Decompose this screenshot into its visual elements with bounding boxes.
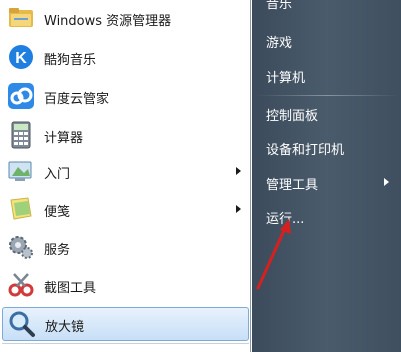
- link-run[interactable]: 运行...: [266, 208, 304, 227]
- submenu-arrow-icon: [236, 167, 241, 175]
- link-admin-tools[interactable]: 管理工具: [266, 174, 318, 193]
- calculator-icon: [11, 121, 31, 149]
- program-label: 酷狗音乐: [44, 53, 97, 68]
- kugou-icon: K: [9, 45, 33, 69]
- program-label: 放大镜: [45, 320, 85, 335]
- program-item-kugou[interactable]: K 酷狗音乐: [2, 41, 249, 75]
- program-item-snipping-tool[interactable]: 截图工具: [2, 269, 249, 303]
- program-item-calculator[interactable]: 计算器: [2, 119, 249, 153]
- sticky-notes-icon: [10, 197, 32, 220]
- program-item-baidu-cloud[interactable]: 百度云管家: [2, 80, 249, 114]
- program-label: 截图工具: [44, 281, 97, 296]
- program-item-services[interactable]: 服务: [2, 231, 249, 265]
- program-label: 入门: [44, 167, 71, 182]
- program-label: 服务: [44, 243, 71, 258]
- link-control-panel[interactable]: 控制面板: [266, 105, 318, 124]
- divider: [256, 95, 399, 96]
- programs-pane: Windows 资源管理器 K 酷狗音乐 百度云管家 计算器 入门 便笺 服务 …: [0, 0, 251, 352]
- link-music[interactable]: 音乐: [266, 0, 292, 12]
- program-item-windows-explorer[interactable]: Windows 资源管理器: [2, 2, 249, 36]
- getting-started-icon: [8, 161, 32, 181]
- link-games[interactable]: 游戏: [266, 32, 292, 51]
- program-label: 百度云管家: [44, 92, 110, 107]
- program-item-sticky-notes[interactable]: 便笺: [2, 193, 249, 227]
- svg-text:K: K: [15, 50, 27, 67]
- services-icon: [9, 236, 33, 259]
- snipping-tool-icon: [8, 273, 34, 297]
- submenu-arrow-icon: [384, 178, 389, 186]
- submenu-arrow-icon: [236, 205, 241, 213]
- program-item-getting-started[interactable]: 入门: [2, 155, 249, 189]
- divider: [2, 343, 249, 344]
- link-computer[interactable]: 计算机: [266, 67, 305, 86]
- links-pane: 音乐 游戏 计算机 控制面板 设备和打印机 管理工具 运行...: [252, 0, 401, 352]
- folder-icon: [9, 8, 33, 27]
- baidu-cloud-icon: [8, 83, 34, 109]
- program-label: Windows 资源管理器: [44, 14, 172, 29]
- program-item-magnifier[interactable]: 放大镜: [2, 307, 249, 341]
- magnifier-icon: [9, 311, 35, 337]
- program-label: 便笺: [44, 205, 71, 220]
- program-label: 计算器: [44, 131, 84, 146]
- link-devices-printers[interactable]: 设备和打印机: [266, 139, 344, 158]
